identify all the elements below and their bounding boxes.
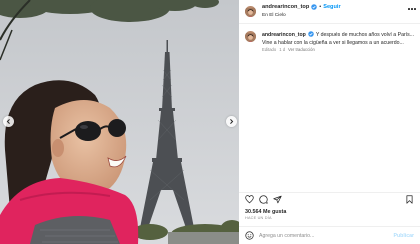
see-translation-link[interactable]: Ver traducción (288, 47, 315, 52)
comment-input[interactable] (259, 230, 379, 241)
publish-button[interactable]: Publicar (394, 233, 414, 239)
post-date: HACE UN DÍA (245, 216, 272, 220)
verified-badge-icon (308, 31, 314, 37)
caption-avatar[interactable] (245, 31, 256, 42)
comment-bubble-icon[interactable] (259, 195, 268, 204)
post-photo (0, 0, 239, 244)
action-bar (239, 192, 420, 206)
edited-label: Editado (262, 47, 277, 52)
carousel-next-button[interactable] (226, 116, 237, 127)
bookmark-icon[interactable] (405, 195, 414, 204)
post-side-panel: andrearincon_top • Seguir En El Cielo an… (239, 0, 420, 244)
post-header: andrearincon_top • Seguir En El Cielo (239, 0, 420, 24)
caption-meta: Editado 1 d Ver traducción (262, 47, 315, 52)
caption-age: 1 d (279, 47, 286, 52)
carousel-prev-button[interactable] (3, 116, 14, 127)
post-caption: andrearincon_top Y después de muchos años… (262, 31, 416, 47)
more-options-icon[interactable] (408, 8, 416, 10)
verified-badge-icon (311, 4, 317, 10)
heart-icon[interactable] (245, 195, 254, 204)
header-user-row: andrearincon_top • Seguir (262, 4, 341, 10)
likes-count[interactable]: 30.564 Me gusta (245, 209, 286, 215)
follow-button[interactable]: Seguir (323, 4, 340, 10)
emoji-smile-icon[interactable] (245, 231, 254, 240)
chevron-left-icon (6, 119, 10, 124)
author-username[interactable]: andrearincon_top (262, 4, 309, 10)
post-location[interactable]: En El Cielo (262, 13, 286, 18)
separator-dot: • (319, 4, 322, 10)
paper-plane-icon[interactable] (273, 195, 282, 204)
caption-username[interactable]: andrearincon_top (262, 32, 306, 38)
post-media[interactable] (0, 0, 239, 244)
chevron-right-icon (230, 119, 234, 124)
comment-bar: Publicar (239, 226, 420, 244)
author-avatar[interactable] (245, 6, 256, 17)
